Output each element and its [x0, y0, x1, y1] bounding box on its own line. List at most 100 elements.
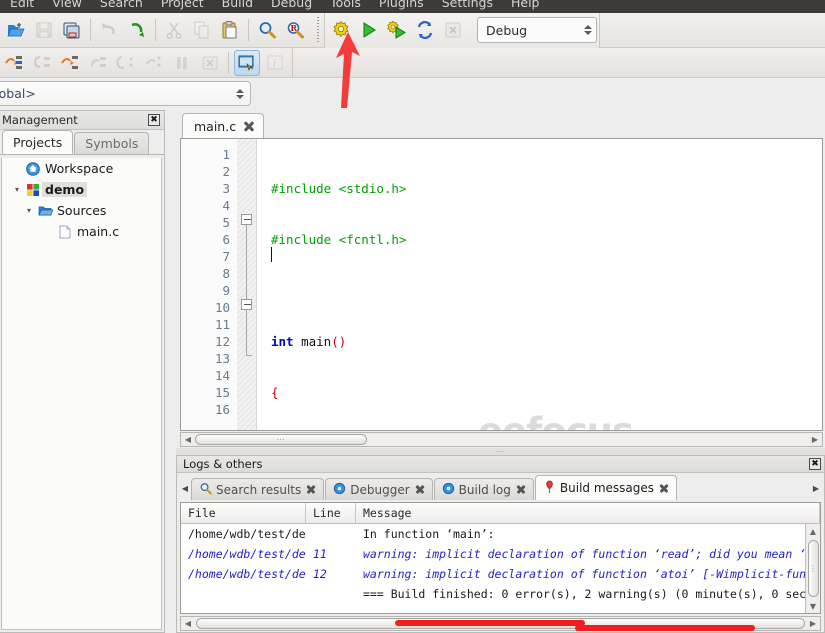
tab-scroll-left-icon[interactable]: ◀	[179, 476, 191, 500]
tab-search-results[interactable]: Search results	[191, 478, 325, 500]
tab-build-messages[interactable]: Build messages	[534, 475, 678, 500]
menu-item-edit[interactable]: Edit	[8, 0, 43, 10]
scroll-left-icon[interactable]: ◀	[181, 435, 195, 444]
fold-marker-line-10[interactable]	[241, 299, 252, 310]
tree-item-sources[interactable]: ▾ Sources	[2, 200, 161, 221]
fold-line	[246, 221, 247, 355]
scroll-left-icon[interactable]: ◀	[181, 619, 195, 628]
debug-continue-icon[interactable]	[1, 50, 27, 76]
scroll-up-icon[interactable]: ▲	[810, 524, 816, 538]
debug-step-out-icon	[113, 50, 139, 76]
scroll-right-icon[interactable]: ▶	[808, 435, 822, 444]
menu-item-build[interactable]: Build	[213, 0, 262, 10]
build-target-spinner[interactable]	[584, 25, 592, 35]
management-panel: Management ✖ Projects Symbols Workspace	[0, 110, 165, 633]
cell-message: === Build finished: 0 error(s), 2 warnin…	[363, 587, 820, 601]
table-row[interactable]: === Build finished: 0 error(s), 2 warnin…	[181, 584, 820, 604]
line-number: 10	[214, 300, 230, 315]
management-panel-title: Management	[2, 113, 78, 127]
toolbar-separator	[155, 19, 156, 41]
tab-label: Debugger	[350, 482, 410, 497]
tab-projects[interactable]: Projects	[2, 130, 74, 154]
editor-horizontal-scrollbar[interactable]: ◀ ⋯ ▶	[180, 432, 823, 447]
menu-item-search[interactable]: Search	[91, 0, 152, 10]
fold-marker-line-5[interactable]	[241, 214, 252, 225]
debug-step-into-icon	[85, 50, 111, 76]
menu-item-debug[interactable]: Debug	[262, 0, 321, 10]
redo-icon[interactable]	[124, 17, 150, 43]
panel-splitter[interactable]: ⋯	[176, 447, 825, 456]
code-folding-column[interactable]	[237, 139, 257, 430]
close-tab-icon[interactable]	[305, 484, 316, 495]
project-tree[interactable]: Workspace ▾ demo ▾ Sources main.c	[1, 158, 162, 630]
tree-twisty-sources[interactable]: ▾	[22, 206, 36, 215]
line-number: 8	[222, 266, 230, 281]
toolbar-drag-handle[interactable]	[314, 17, 321, 43]
close-tab-icon[interactable]	[515, 484, 526, 495]
scrollbar-thumb[interactable]: ⋮	[807, 540, 819, 597]
menu-item-plugins[interactable]: Plugins	[370, 0, 433, 10]
tab-scroll-right-icon[interactable]: ▶	[810, 476, 822, 500]
code-editor[interactable]: 1 2 3 4 5 6 7 8 9 10 11 12 13 14 15 16 #…	[180, 138, 823, 431]
tree-item-demo[interactable]: ▾ demo	[2, 179, 161, 200]
tab-label: Build log	[458, 482, 511, 497]
line-number: 1	[222, 147, 230, 162]
tree-item-workspace[interactable]: Workspace	[2, 158, 161, 179]
column-header-line[interactable]: Line	[306, 503, 356, 523]
table-row[interactable]: /home/wdb/test/de... 12 warning: implici…	[181, 564, 820, 584]
scrollbar-thumb[interactable]: ⋯	[196, 618, 805, 629]
debugging-windows-icon[interactable]	[234, 49, 260, 76]
table-row[interactable]: /home/wdb/test/de... In function ‘main’:	[181, 524, 820, 544]
tab-build-log[interactable]: Build log	[433, 478, 534, 500]
line-number: 13	[214, 351, 230, 366]
close-tab-icon[interactable]	[242, 120, 255, 133]
line-number: 9	[222, 283, 230, 298]
debug-next-line-icon[interactable]	[57, 50, 83, 76]
scroll-down-icon[interactable]: ▼	[810, 599, 816, 613]
build-messages-grid[interactable]: File Line Message /home/wdb/test/de... I…	[180, 502, 821, 614]
tree-twisty-demo[interactable]: ▾	[10, 185, 24, 194]
column-header-message[interactable]: Message	[356, 503, 820, 523]
close-icon[interactable]: ✖	[148, 114, 160, 126]
close-tab-icon[interactable]	[414, 484, 425, 495]
menu-item-project[interactable]: Project	[152, 0, 213, 10]
tab-symbols[interactable]: Symbols	[74, 132, 150, 154]
tab-label: Build messages	[559, 481, 655, 495]
menu-item-view[interactable]: View	[43, 0, 91, 10]
code-lines[interactable]: #include <stdio.h> #include <fcntl.h> in…	[257, 139, 822, 430]
editor-tab-main-c[interactable]: main.c	[182, 113, 265, 139]
rebuild-icon[interactable]	[412, 17, 438, 43]
find-icon[interactable]	[254, 17, 280, 43]
logs-horizontal-scrollbar[interactable]: ◀ ⋯ ▶	[180, 616, 821, 631]
replace-icon[interactable]: R	[282, 17, 308, 43]
column-header-file[interactable]: File	[181, 503, 306, 523]
tree-item-main-c[interactable]: main.c	[2, 221, 161, 242]
grid-vertical-scrollbar[interactable]: ▲ ⋮ ▼	[805, 524, 820, 613]
tab-debugger[interactable]: Debugger	[325, 478, 433, 500]
scope-selector[interactable]: <Global>	[0, 81, 251, 106]
run-icon[interactable]	[356, 17, 382, 43]
build-and-run-icon[interactable]	[384, 17, 410, 43]
code-surface[interactable]: 1 2 3 4 5 6 7 8 9 10 11 12 13 14 15 16 #…	[181, 139, 822, 430]
scroll-right-icon[interactable]: ▶	[806, 619, 820, 628]
svg-text:i: i	[273, 58, 276, 69]
build-target-selector[interactable]: Debug	[477, 17, 597, 43]
menu-item-help[interactable]: Help	[502, 0, 549, 10]
close-tab-icon[interactable]	[658, 483, 669, 494]
scope-spinner[interactable]	[236, 88, 244, 99]
scrollbar-thumb[interactable]: ⋯	[195, 434, 367, 445]
code-line-4: int main()	[271, 334, 347, 349]
menu-item-settings[interactable]: Settings	[433, 0, 502, 10]
save-all-icon[interactable]	[59, 17, 85, 43]
table-row[interactable]: /home/wdb/test/de... 11 warning: implici…	[181, 544, 820, 564]
editor-area: main.c 1 2 3 4 5 6 7 8 9 10 11 12 13 14 …	[176, 111, 825, 447]
close-icon[interactable]: ✖	[809, 458, 821, 470]
build-icon[interactable]	[328, 17, 354, 43]
menu-item-tools[interactable]: Tools	[321, 0, 370, 10]
scope-bar: <Global>	[0, 79, 825, 109]
paste-icon[interactable]	[217, 17, 243, 43]
line-number: 2	[222, 164, 230, 179]
open-file-icon[interactable]	[3, 17, 29, 43]
pin-icon	[543, 480, 556, 497]
code-line-1: #include <stdio.h>	[271, 181, 407, 196]
